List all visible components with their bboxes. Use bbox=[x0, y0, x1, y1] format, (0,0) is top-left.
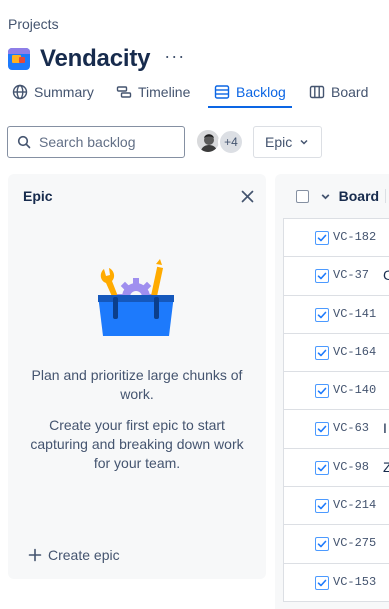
issue-key[interactable]: VC-37 bbox=[333, 268, 369, 282]
user-photo-icon bbox=[197, 130, 219, 152]
issue-summary: C bbox=[383, 267, 389, 284]
project-header: Vendacity ··· bbox=[8, 44, 185, 74]
search-icon bbox=[17, 135, 31, 149]
plus-icon bbox=[28, 548, 42, 562]
collapse-board-button[interactable] bbox=[320, 191, 331, 202]
board-section: Board VC-182 VC-37 C VC-141 VC-164 VC-140 VC-6… bbox=[275, 174, 389, 609]
table-row[interactable]: VC-275 bbox=[284, 525, 389, 564]
issue-summary: I bbox=[383, 420, 387, 437]
more-actions-button[interactable]: ··· bbox=[164, 47, 185, 71]
table-row[interactable]: VC-214 bbox=[284, 487, 389, 526]
tab-summary[interactable]: Summary bbox=[12, 78, 94, 106]
epic-filter-dropdown[interactable]: Epic bbox=[253, 126, 322, 158]
issue-key[interactable]: VC-140 bbox=[333, 383, 376, 397]
epic-filter-label: Epic bbox=[265, 134, 293, 150]
table-row[interactable]: VC-63 I bbox=[284, 410, 389, 449]
issue-key[interactable]: VC-153 bbox=[333, 575, 376, 589]
issue-type-story-icon bbox=[315, 269, 329, 284]
issue-key[interactable]: VC-141 bbox=[333, 307, 376, 321]
close-icon bbox=[241, 190, 253, 202]
board-icon bbox=[309, 85, 325, 99]
search-input[interactable] bbox=[39, 134, 169, 150]
table-row[interactable]: VC-140 bbox=[284, 372, 389, 411]
chevron-down-icon bbox=[321, 193, 330, 199]
page-title: Vendacity bbox=[40, 45, 151, 72]
issue-summary: Z bbox=[383, 458, 389, 475]
toolbox-illustration-icon bbox=[98, 259, 174, 336]
tab-timeline[interactable]: Timeline bbox=[116, 78, 190, 106]
issue-type-story-icon bbox=[315, 345, 329, 360]
breadcrumb[interactable]: Projects bbox=[8, 16, 59, 32]
create-epic-button[interactable]: Create epic bbox=[28, 545, 120, 565]
project-avatar-icon bbox=[8, 48, 30, 70]
table-row[interactable]: VC-182 bbox=[284, 219, 389, 258]
table-row[interactable]: VC-98 Z bbox=[284, 449, 389, 488]
table-row[interactable]: VC-37 C bbox=[284, 257, 389, 296]
tab-timeline-label: Timeline bbox=[138, 84, 191, 100]
issue-type-story-icon bbox=[315, 384, 329, 399]
tab-summary-label: Summary bbox=[34, 84, 94, 100]
board-title: Board bbox=[338, 188, 380, 204]
table-row[interactable]: VC-164 bbox=[284, 334, 389, 373]
issue-key[interactable]: VC-63 bbox=[333, 421, 369, 435]
table-row[interactable]: VC-141 bbox=[284, 296, 389, 334]
close-button[interactable] bbox=[238, 187, 256, 205]
empty-state-body: Create your first epic to start capturin… bbox=[30, 417, 244, 471]
issue-key[interactable]: VC-182 bbox=[333, 230, 376, 244]
issue-type-story-icon bbox=[315, 460, 329, 475]
globe-icon bbox=[12, 84, 28, 100]
tab-backlog-label: Backlog bbox=[236, 84, 286, 100]
project-tabs: Summary Timeline Backlog Board bbox=[0, 78, 389, 108]
issue-type-story-icon bbox=[315, 422, 329, 437]
create-epic-label: Create epic bbox=[48, 547, 120, 563]
timeline-icon bbox=[116, 86, 132, 98]
empty-state-heading: Plan and prioritize large chunks of work… bbox=[31, 367, 243, 402]
issue-type-story-icon bbox=[315, 499, 329, 514]
issue-key[interactable]: VC-275 bbox=[333, 536, 376, 550]
tab-board[interactable]: Board bbox=[309, 78, 368, 106]
select-all-checkbox[interactable] bbox=[296, 189, 309, 203]
chevron-down-icon bbox=[300, 139, 308, 145]
epic-panel: Epic Plan and prioritize large chunks of… bbox=[8, 174, 266, 579]
board-divider bbox=[385, 189, 389, 203]
issue-type-story-icon bbox=[315, 231, 329, 245]
issue-type-story-icon bbox=[315, 575, 329, 590]
avatar[interactable] bbox=[196, 129, 220, 153]
tab-board-label: Board bbox=[331, 84, 369, 100]
tab-backlog[interactable]: Backlog bbox=[208, 78, 292, 108]
backlog-icon bbox=[214, 85, 230, 99]
issue-key[interactable]: VC-164 bbox=[333, 345, 376, 359]
issue-key[interactable]: VC-98 bbox=[333, 460, 369, 474]
issue-type-story-icon bbox=[315, 537, 329, 552]
search-box[interactable] bbox=[7, 126, 185, 158]
issue-list: VC-182 VC-37 C VC-141 VC-164 VC-140 VC-63 I VC-9… bbox=[283, 218, 389, 602]
epic-panel-title: Epic bbox=[23, 188, 53, 204]
more-avatars-button[interactable]: +4 bbox=[218, 129, 244, 155]
table-row[interactable]: VC-153 bbox=[284, 564, 389, 602]
issue-type-story-icon bbox=[315, 307, 329, 322]
board-header: Board bbox=[275, 174, 389, 218]
issue-key[interactable]: VC-214 bbox=[333, 498, 376, 512]
